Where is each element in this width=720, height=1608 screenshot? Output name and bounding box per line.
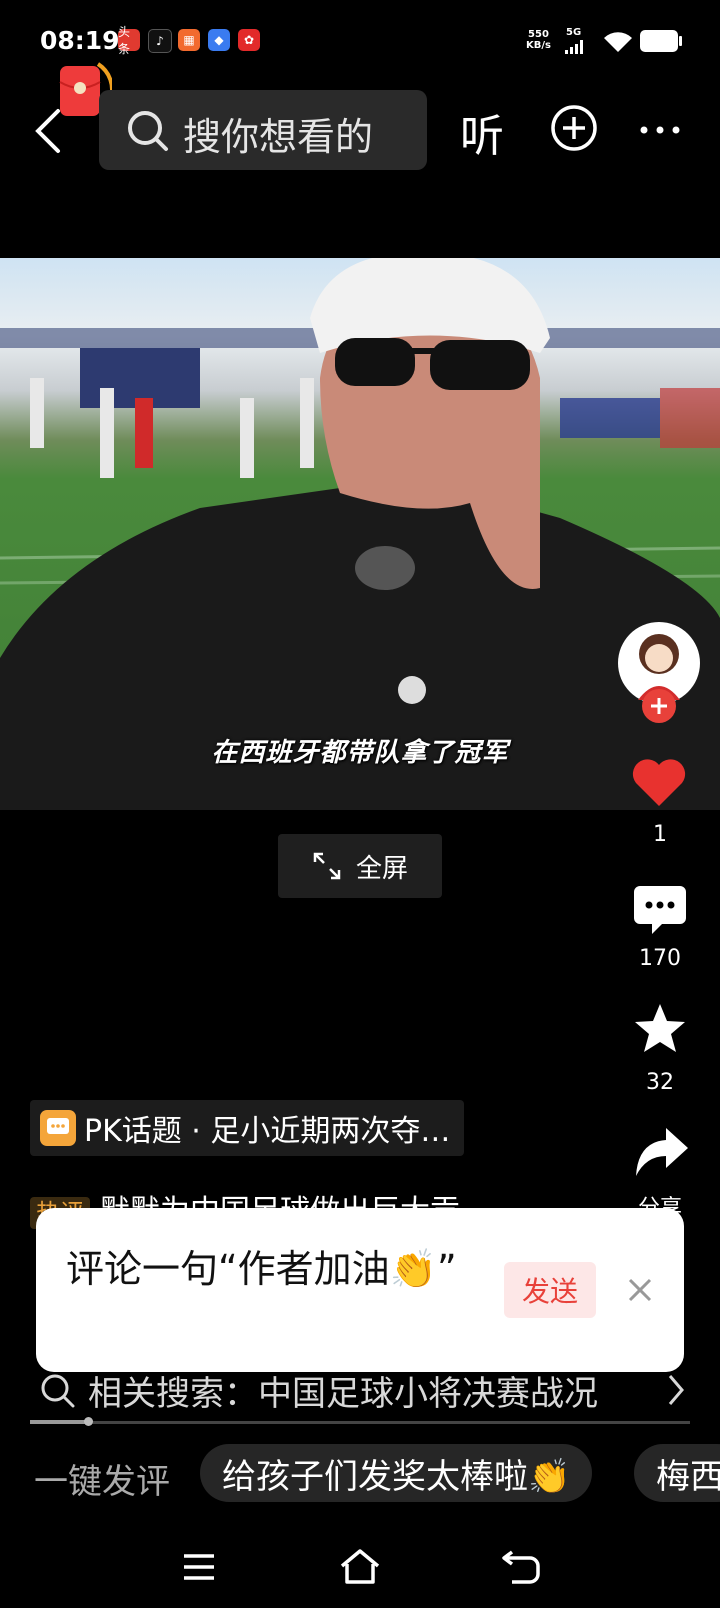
quick-comment-label: 一键发评 — [34, 1462, 170, 1502]
like-count: 1 — [653, 822, 667, 847]
video-player[interactable]: 在西班牙都带队拿了冠军 — [0, 258, 720, 810]
menu-icon[interactable] — [176, 1544, 222, 1590]
like-heart-icon[interactable] — [630, 756, 688, 808]
comment-count: 170 — [639, 946, 681, 971]
net-speed: 550 KB/s — [526, 29, 551, 51]
toutiao-app-icon: 头条 — [118, 25, 140, 56]
search-icon — [128, 111, 168, 151]
search-input[interactable]: 搜你想看的 — [99, 90, 427, 170]
home-icon[interactable] — [337, 1544, 383, 1590]
video-frame-image — [0, 258, 720, 810]
popup-prompt-text: 评论一句“作者加油👏” — [66, 1247, 457, 1291]
video-subtitle: 在西班牙都带队拿了冠军 — [211, 738, 509, 768]
related-search-text: 相关搜索：中国足球小将决赛战况 — [88, 1374, 598, 1414]
related-search-bar[interactable]: 相关搜索：中国足球小将决赛战况 — [40, 1366, 598, 1415]
expand-icon — [313, 852, 341, 880]
tiktok-app-icon: ♪ — [148, 29, 172, 53]
wifi-icon — [604, 32, 632, 52]
video-progress-fill — [30, 1420, 88, 1424]
more-icon[interactable] — [638, 108, 682, 152]
add-icon[interactable] — [550, 104, 598, 152]
quick-comment-chip[interactable]: 梅西 — [634, 1444, 720, 1502]
comment-prompt-popup: 评论一句“作者加油👏” 发送 — [36, 1208, 684, 1372]
favorite-star-icon[interactable] — [632, 1002, 688, 1056]
fullscreen-button[interactable]: 全屏 — [278, 834, 442, 898]
pk-chat-icon — [40, 1110, 76, 1146]
status-time: 08:19 — [40, 26, 120, 55]
pk-topic-text: PK话题 · 足小近期两次夺… — [84, 1114, 451, 1149]
follow-plus-icon[interactable] — [641, 688, 677, 724]
network-type: 5G — [566, 27, 582, 38]
video-progress-handle[interactable] — [84, 1417, 93, 1426]
gift-app-icon: ✿ — [238, 29, 260, 51]
fullscreen-label: 全屏 — [355, 853, 408, 884]
signal-icon — [565, 40, 587, 54]
search-placeholder: 搜你想看的 — [183, 115, 374, 159]
battery-icon — [640, 30, 678, 52]
comment-icon[interactable] — [632, 884, 688, 936]
search-icon — [41, 1374, 75, 1407]
pk-topic-tag[interactable]: PK话题 · 足小近期两次夺… — [30, 1100, 465, 1156]
blue-app-icon: ◆ — [208, 29, 230, 51]
favorite-count: 32 — [646, 1070, 674, 1095]
battery-tip-icon — [679, 36, 682, 46]
grid-app-icon: ▦ — [178, 29, 200, 51]
quick-comment-chip[interactable]: 给孩子们发奖太棒啦👏 — [200, 1444, 593, 1502]
video-progress-track[interactable] — [30, 1421, 690, 1424]
listen-button[interactable]: 听 — [460, 100, 504, 164]
close-icon[interactable] — [620, 1270, 660, 1310]
chevron-right-icon[interactable] — [664, 1372, 688, 1408]
send-button[interactable]: 发送 — [504, 1262, 596, 1318]
back-nav-icon[interactable] — [498, 1544, 544, 1590]
back-icon[interactable] — [28, 105, 72, 157]
share-icon[interactable] — [632, 1126, 690, 1178]
